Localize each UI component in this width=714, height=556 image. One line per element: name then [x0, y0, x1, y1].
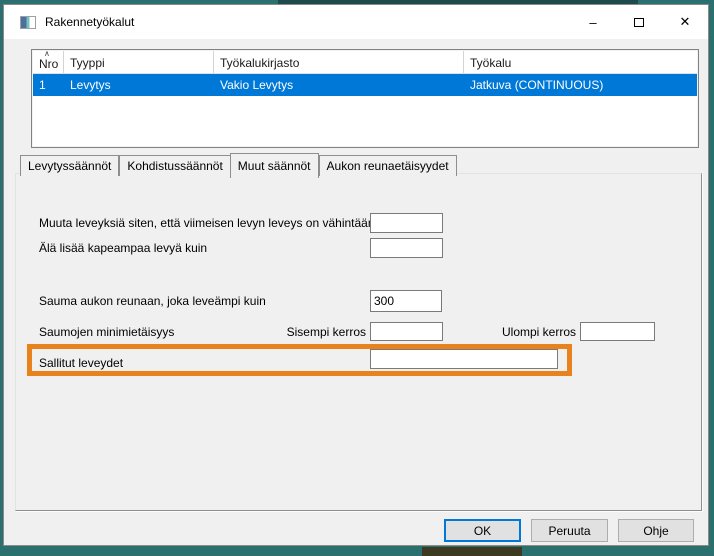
tab-aukon-reunaetaisyydet[interactable]: Aukon reunaetäisyydet	[319, 155, 457, 176]
tab-muut-saannot[interactable]: Muut säännöt	[230, 153, 319, 178]
dialog-rakennetyokalut: Rakennetyökalut – ✕ ∧ Nro Tyyppi	[3, 4, 709, 546]
window-title: Rakennetyökalut	[45, 15, 134, 29]
sort-ascending-icon: ∧	[44, 50, 50, 57]
column-header-tyyppi[interactable]: Tyyppi	[64, 51, 214, 73]
title-bar: Rakennetyökalut – ✕	[4, 5, 708, 39]
inner-layer-input[interactable]	[370, 322, 443, 341]
tab-page-muut-saannot: Muuta leveyksiä siten, että viimeisen le…	[15, 173, 702, 511]
cancel-button[interactable]: Peruuta	[531, 519, 608, 542]
outer-layer-input[interactable]	[580, 322, 655, 341]
column-header-nro[interactable]: ∧ Nro	[33, 51, 64, 73]
label-inner-layer: Sisempi kerros	[246, 325, 366, 339]
label-allowed-widths: Sallitut leveydet	[39, 356, 123, 370]
maximize-icon	[634, 18, 644, 27]
app-icon	[20, 16, 36, 29]
label-outer-layer: Ulompi kerros	[456, 325, 576, 339]
tool-list: ∧ Nro Tyyppi Työkalukirjasto Työkalu 1 L…	[31, 49, 699, 148]
column-header-tyokalukirjasto[interactable]: Työkalukirjasto	[214, 51, 464, 73]
minimize-button[interactable]: –	[570, 5, 616, 39]
maximize-button[interactable]	[616, 5, 662, 39]
min-last-width-input[interactable]	[370, 213, 443, 233]
close-icon: ✕	[680, 14, 691, 30]
close-button[interactable]: ✕	[662, 5, 708, 39]
tab-levytyssaannot[interactable]: Levytyssäännöt	[20, 155, 119, 176]
tab-kohdistussaannot[interactable]: Kohdistussäännöt	[119, 155, 230, 176]
table-row[interactable]: 1 Levytys Vakio Levytys Jatkuva (CONTINU…	[33, 74, 697, 96]
cell-nro: 1	[33, 78, 64, 92]
label-seam-min-distance: Saumojen minimietäisyys	[39, 325, 174, 339]
column-header-tyokalu[interactable]: Työkalu	[464, 51, 697, 73]
tool-list-header: ∧ Nro Tyyppi Työkalukirjasto Työkalu	[33, 51, 697, 74]
allowed-widths-input[interactable]	[370, 349, 558, 369]
cell-tyyppi: Levytys	[64, 78, 214, 92]
ok-button[interactable]: OK	[444, 519, 521, 542]
cell-kirjasto: Vakio Levytys	[214, 78, 464, 92]
help-button[interactable]: Ohje	[618, 519, 694, 542]
desktop-background-bottom	[422, 547, 522, 556]
minimize-icon: –	[589, 15, 596, 30]
label-seam-to-edge: Sauma aukon reunaan, joka leveämpi kuin	[39, 294, 266, 308]
label-no-narrower-than: Älä lisää kapeampaa levyä kuin	[39, 241, 207, 255]
no-narrower-than-input[interactable]	[370, 238, 443, 258]
seam-to-edge-input[interactable]	[370, 290, 442, 312]
cell-tyokalu: Jatkuva (CONTINUOUS)	[464, 78, 697, 92]
label-min-last-width: Muuta leveyksiä siten, että viimeisen le…	[39, 216, 375, 230]
window-controls: – ✕	[570, 5, 708, 39]
tab-strip: Levytyssäännöt Kohdistussäännöt Muut sää…	[20, 151, 457, 176]
